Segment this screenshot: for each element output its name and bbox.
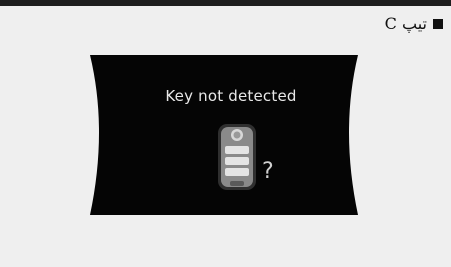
question-mark: ? bbox=[262, 159, 274, 184]
manual-figure-frame: تیپ C ? Key not detected bbox=[0, 0, 451, 267]
key-not-detected-message: Key not detected bbox=[165, 87, 297, 105]
cluster-display: ? bbox=[90, 55, 358, 215]
smart-key-icon bbox=[218, 124, 256, 190]
